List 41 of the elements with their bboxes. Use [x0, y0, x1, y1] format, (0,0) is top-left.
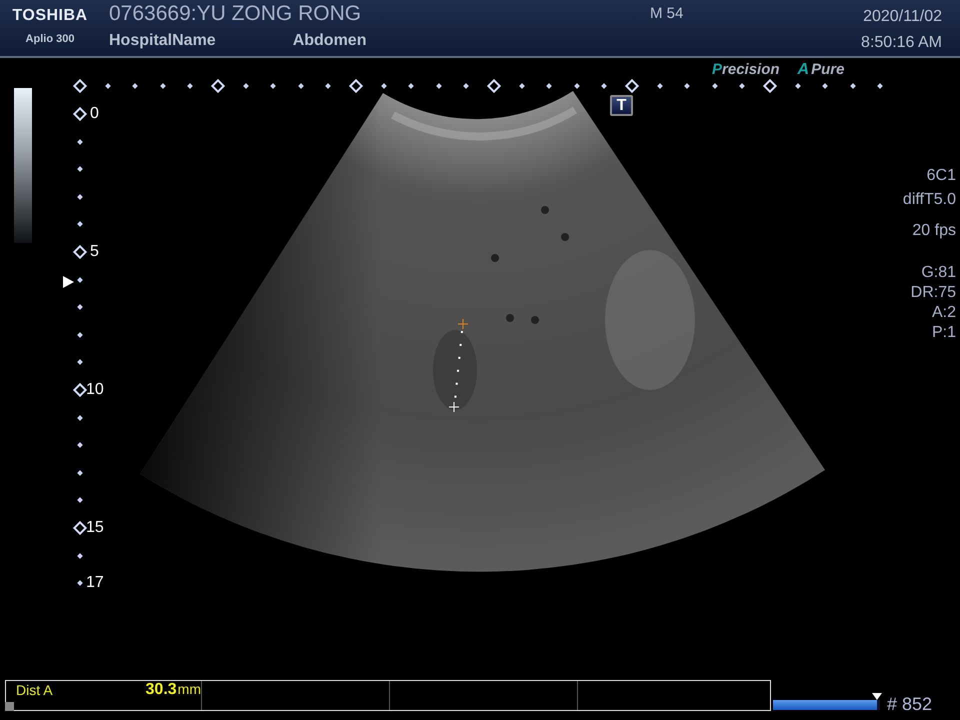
exam-date: 2020/11/02 — [863, 7, 942, 27]
brand-logo: TOSHIBA — [12, 7, 88, 25]
apure-logo: Pure — [811, 61, 844, 78]
cine-marker-icon — [872, 693, 882, 700]
depth-major-icon — [72, 520, 88, 536]
ruler-major-icon — [624, 78, 640, 94]
ruler-major-icon — [210, 78, 226, 94]
probe-info: diffT5.0 — [902, 190, 956, 210]
sex-age: M 54 — [650, 5, 684, 22]
depth-major-icon — [72, 382, 88, 398]
probe-info: 6C1 — [926, 166, 956, 186]
ruler-major-icon — [762, 78, 778, 94]
apure-mark: A — [798, 61, 810, 79]
depth-label: 10 — [86, 380, 104, 400]
hospital-name: HospitalName — [109, 32, 216, 50]
ruler-major-icon — [72, 78, 88, 94]
exam-type: Abdomen — [292, 32, 366, 50]
ruler-major-icon — [486, 78, 502, 94]
depth-label: 0 — [90, 104, 99, 124]
setting-value: A:2 — [932, 303, 956, 323]
focus-marker-icon — [63, 276, 74, 288]
corner-square-icon — [5, 702, 14, 711]
setting-value: P:1 — [932, 323, 956, 343]
depth-label: 5 — [90, 242, 99, 262]
depth-major-icon — [72, 106, 88, 122]
measurement-value: 30.3 — [146, 681, 177, 699]
frame-rate: 20 fps — [912, 221, 956, 241]
depth-label: 15 — [86, 518, 104, 538]
setting-value: G:81 — [921, 263, 956, 283]
measurement-label: Dist A — [16, 681, 53, 700]
frame-number: # 852 — [887, 694, 932, 715]
depth-label: 17 — [86, 573, 104, 593]
ruler-major-icon — [348, 78, 364, 94]
precision-logo: Precision — [712, 61, 780, 78]
setting-value: DR:75 — [910, 283, 956, 303]
depth-major-icon — [72, 244, 88, 260]
model-name: Aplio 300 — [26, 33, 74, 45]
exam-time: 8:50:16 AM — [861, 33, 942, 53]
t-button[interactable]: T — [610, 95, 633, 116]
measurement-unit: mm — [178, 681, 201, 697]
patient-id: 0763669:YU ZONG RONG — [109, 2, 362, 26]
